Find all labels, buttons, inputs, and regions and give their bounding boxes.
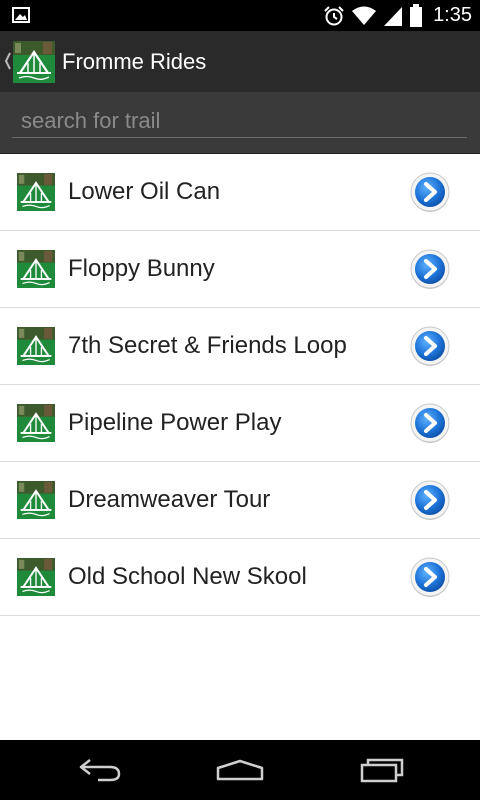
back-button[interactable] bbox=[60, 740, 140, 800]
chevron-right-icon[interactable] bbox=[409, 325, 451, 367]
alarm-icon bbox=[324, 5, 344, 25]
trail-list: Lower Oil Can Floppy Bunny 7th Secret & … bbox=[0, 154, 480, 616]
search-input[interactable] bbox=[12, 104, 467, 138]
chevron-right-icon[interactable] bbox=[409, 556, 451, 598]
back-icon bbox=[79, 759, 121, 782]
trail-logo-icon bbox=[17, 327, 55, 365]
trail-name: 7th Secret & Friends Loop bbox=[68, 332, 347, 359]
trail-logo-icon bbox=[17, 250, 55, 288]
image-icon bbox=[12, 7, 30, 23]
trail-logo-icon bbox=[17, 481, 55, 519]
signal-icon bbox=[384, 6, 403, 26]
list-item[interactable]: Dreamweaver Tour bbox=[0, 462, 480, 539]
chevron-right-icon[interactable] bbox=[409, 248, 451, 290]
list-item[interactable]: Lower Oil Can bbox=[0, 154, 480, 231]
status-icons: 1:35 bbox=[323, 0, 472, 31]
action-bar[interactable]: Fromme Rides bbox=[0, 31, 480, 92]
trail-logo-icon bbox=[17, 404, 55, 442]
app-logo-icon[interactable] bbox=[13, 41, 55, 83]
list-item[interactable]: Floppy Bunny bbox=[0, 231, 480, 308]
screen: 1:35 Fromme Rides Lower Oil Can Floppy B… bbox=[0, 0, 480, 800]
trail-logo-icon bbox=[17, 558, 55, 596]
trail-name: Pipeline Power Play bbox=[68, 409, 282, 436]
trail-name: Lower Oil Can bbox=[68, 178, 221, 205]
trail-name: Dreamweaver Tour bbox=[68, 486, 271, 513]
trail-name: Floppy Bunny bbox=[68, 255, 215, 282]
list-item[interactable]: Old School New Skool bbox=[0, 539, 480, 616]
recent-apps-button[interactable] bbox=[342, 740, 422, 800]
status-bar: 1:35 bbox=[0, 0, 480, 31]
home-icon bbox=[216, 759, 264, 781]
page-title: Fromme Rides bbox=[62, 49, 207, 74]
list-item[interactable]: 7th Secret & Friends Loop bbox=[0, 308, 480, 385]
battery-icon bbox=[410, 3, 423, 27]
navigation-bar bbox=[0, 740, 480, 800]
chevron-right-icon[interactable] bbox=[409, 479, 451, 521]
recent-apps-icon bbox=[360, 758, 404, 783]
clock: 1:35 bbox=[433, 4, 472, 26]
up-caret-icon[interactable] bbox=[4, 51, 12, 71]
trail-name: Old School New Skool bbox=[68, 563, 307, 590]
wifi-icon bbox=[352, 6, 377, 25]
chevron-right-icon[interactable] bbox=[409, 171, 451, 213]
list-item[interactable]: Pipeline Power Play bbox=[0, 385, 480, 462]
home-button[interactable] bbox=[200, 740, 280, 800]
trail-logo-icon bbox=[17, 173, 55, 211]
chevron-right-icon[interactable] bbox=[409, 402, 451, 444]
search-bar bbox=[0, 92, 480, 154]
